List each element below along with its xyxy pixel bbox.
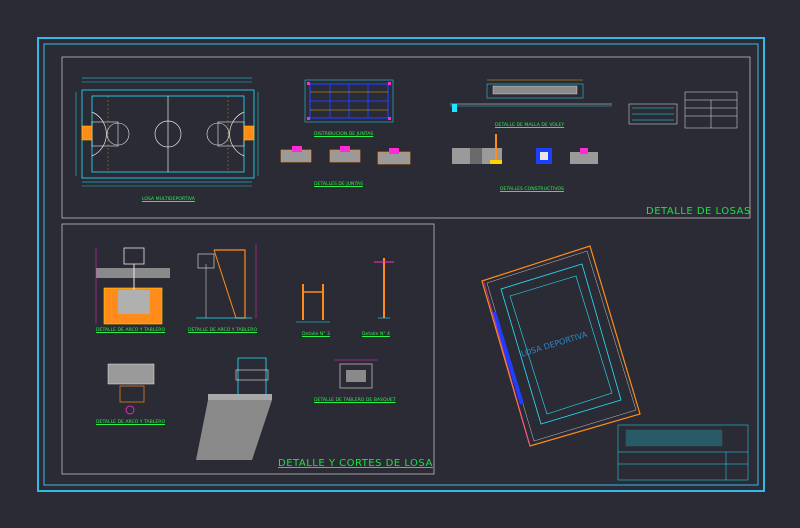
detail-3-figure bbox=[296, 284, 330, 323]
basket-board-detail bbox=[334, 359, 378, 389]
construction-details bbox=[452, 134, 598, 164]
hoop-front-view bbox=[95, 247, 170, 325]
court-plan bbox=[75, 77, 259, 187]
volley-net-detail bbox=[450, 79, 612, 112]
detail-4-figure bbox=[374, 258, 394, 319]
court-plan-caption: LOSA MULTIDEPORTIVA bbox=[142, 197, 195, 202]
construction-caption: DETALLES CONSTRUCTIVOS bbox=[500, 187, 564, 192]
detail-4-caption: Detalle N° 4 bbox=[362, 332, 390, 337]
hoop-side-caption: DETALLE DE ARCO Y TABLERO bbox=[188, 328, 258, 333]
joint-details-caption: DETALLES DE JUNTAS bbox=[314, 182, 363, 187]
bottom-panel-title: DETALLE Y CORTES DE LOSA bbox=[278, 458, 433, 469]
title-block bbox=[617, 424, 749, 481]
top-panel-title: DETALLE DE LOSAS bbox=[646, 206, 751, 217]
volley-caption: DETALLE DE MALLA DE VOLEY bbox=[495, 123, 565, 128]
hoop-side-view bbox=[196, 244, 257, 319]
base-plan-caption: DETALLE DE ARCO Y TABLERO bbox=[96, 420, 166, 425]
cad-drawing-canvas bbox=[37, 37, 765, 492]
legend-tables bbox=[628, 91, 738, 129]
board-caption: DETALLE DE TABLERO DE BASQUET bbox=[314, 398, 396, 403]
slab-cut-3d bbox=[196, 357, 272, 460]
joints-plan bbox=[304, 79, 394, 123]
joints-caption: DISTRIBUCION DE JUNTAS bbox=[314, 132, 374, 137]
detail-3-caption: Detalle N° 3 bbox=[302, 332, 330, 337]
hoop-base-plan bbox=[107, 363, 155, 415]
joint-details bbox=[280, 146, 411, 165]
hoop-front-caption: DETALLE DE ARCO Y TABLERO bbox=[96, 328, 166, 333]
